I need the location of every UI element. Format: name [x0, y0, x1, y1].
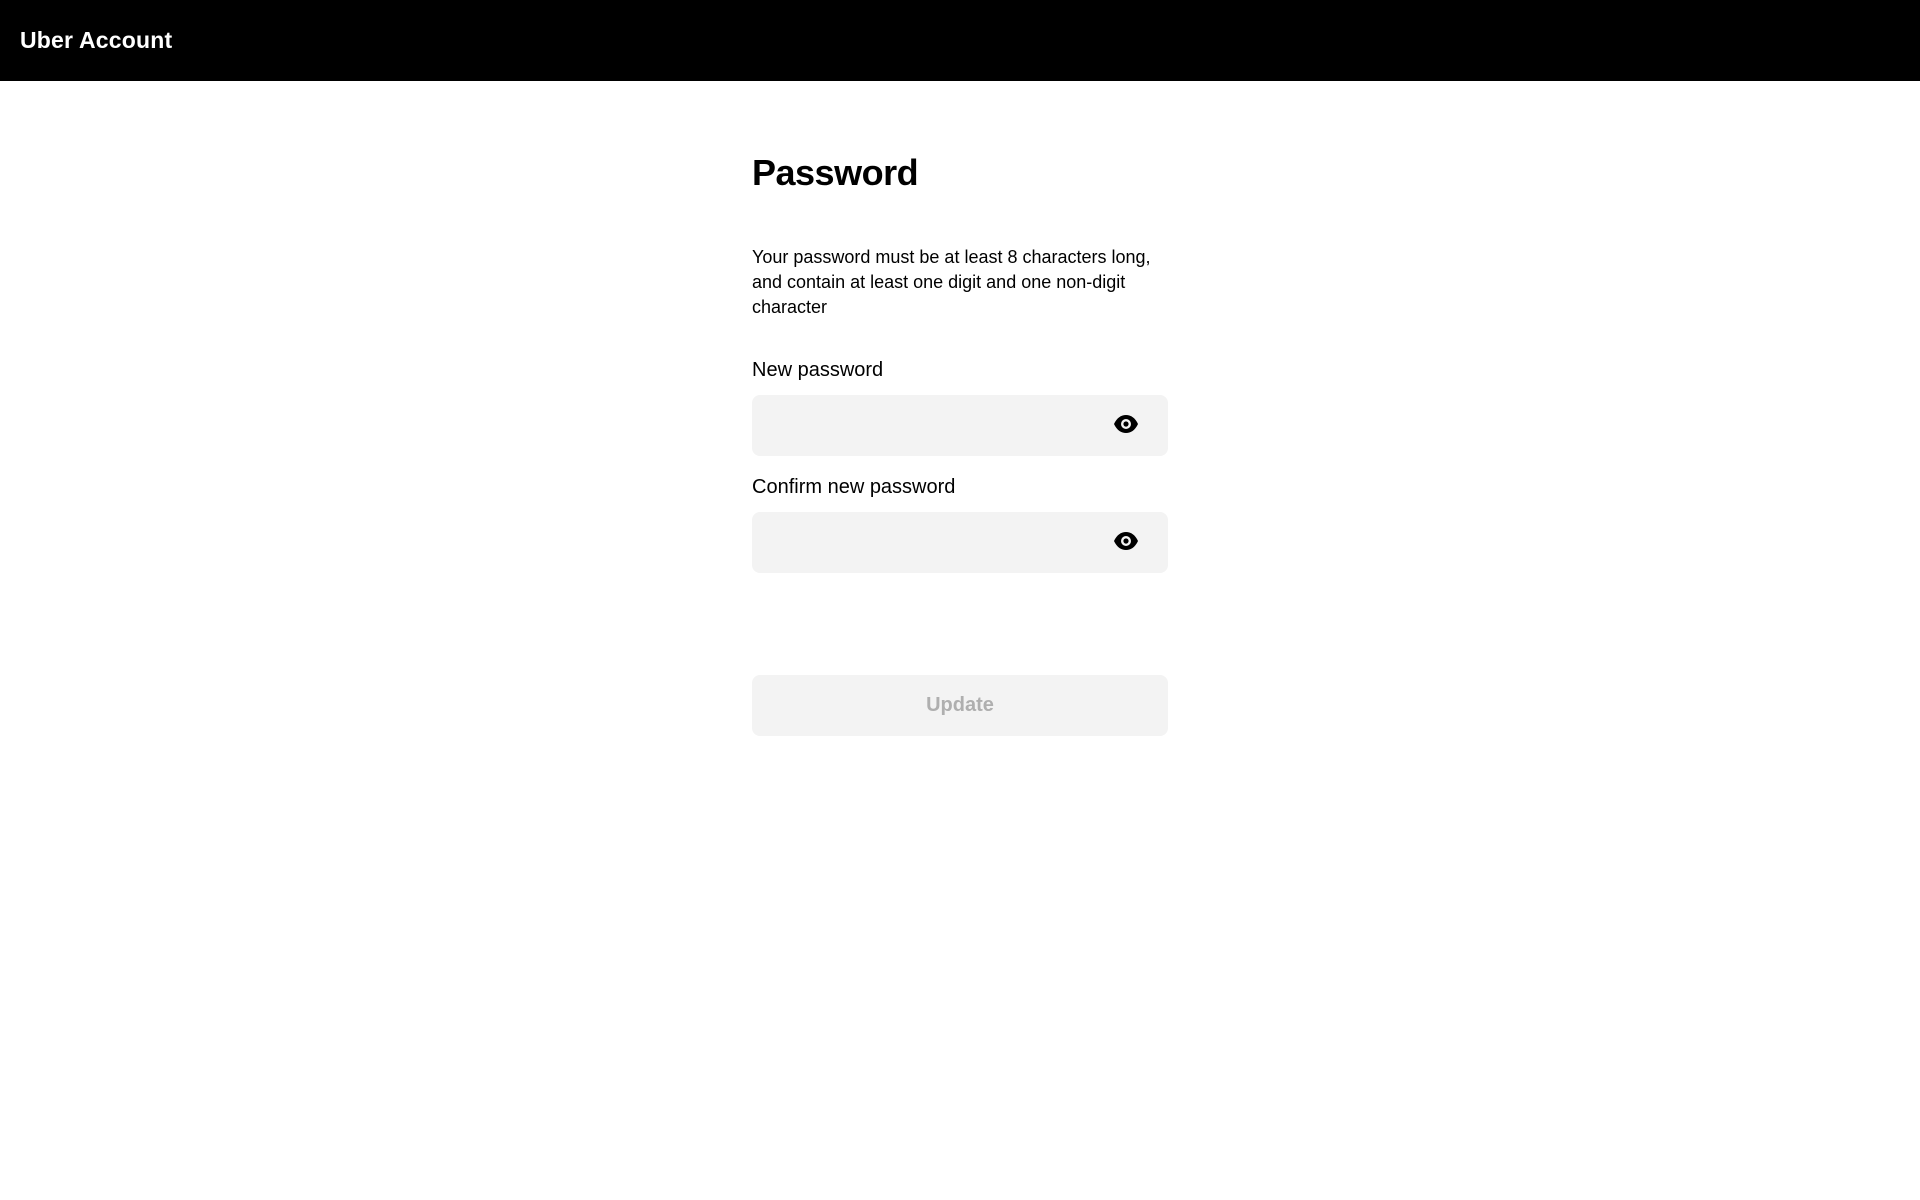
show-confirm-password-button[interactable]: [1112, 529, 1140, 557]
new-password-label: New password: [752, 359, 884, 381]
password-requirements-text: Your password must be at least 8 charact…: [752, 247, 1151, 317]
eye-icon: [1113, 531, 1139, 554]
new-password-input[interactable]: [752, 395, 1168, 456]
eye-icon: [1113, 414, 1139, 437]
update-button[interactable]: Update: [752, 675, 1168, 736]
password-form-panel: Password Your password must be at least …: [752, 151, 1168, 736]
top-navigation-bar: Uber Account: [0, 0, 1920, 81]
confirm-password-input[interactable]: [752, 512, 1168, 573]
brand-title[interactable]: Uber Account: [20, 27, 172, 54]
new-password-field-wrapper: [752, 395, 1168, 456]
confirm-password-label: Confirm new password: [752, 476, 956, 498]
show-new-password-button[interactable]: [1112, 412, 1140, 440]
confirm-password-field-wrapper: [752, 512, 1168, 573]
main-content: Password Your password must be at least …: [0, 81, 1920, 1200]
page-title: Password: [752, 152, 919, 193]
